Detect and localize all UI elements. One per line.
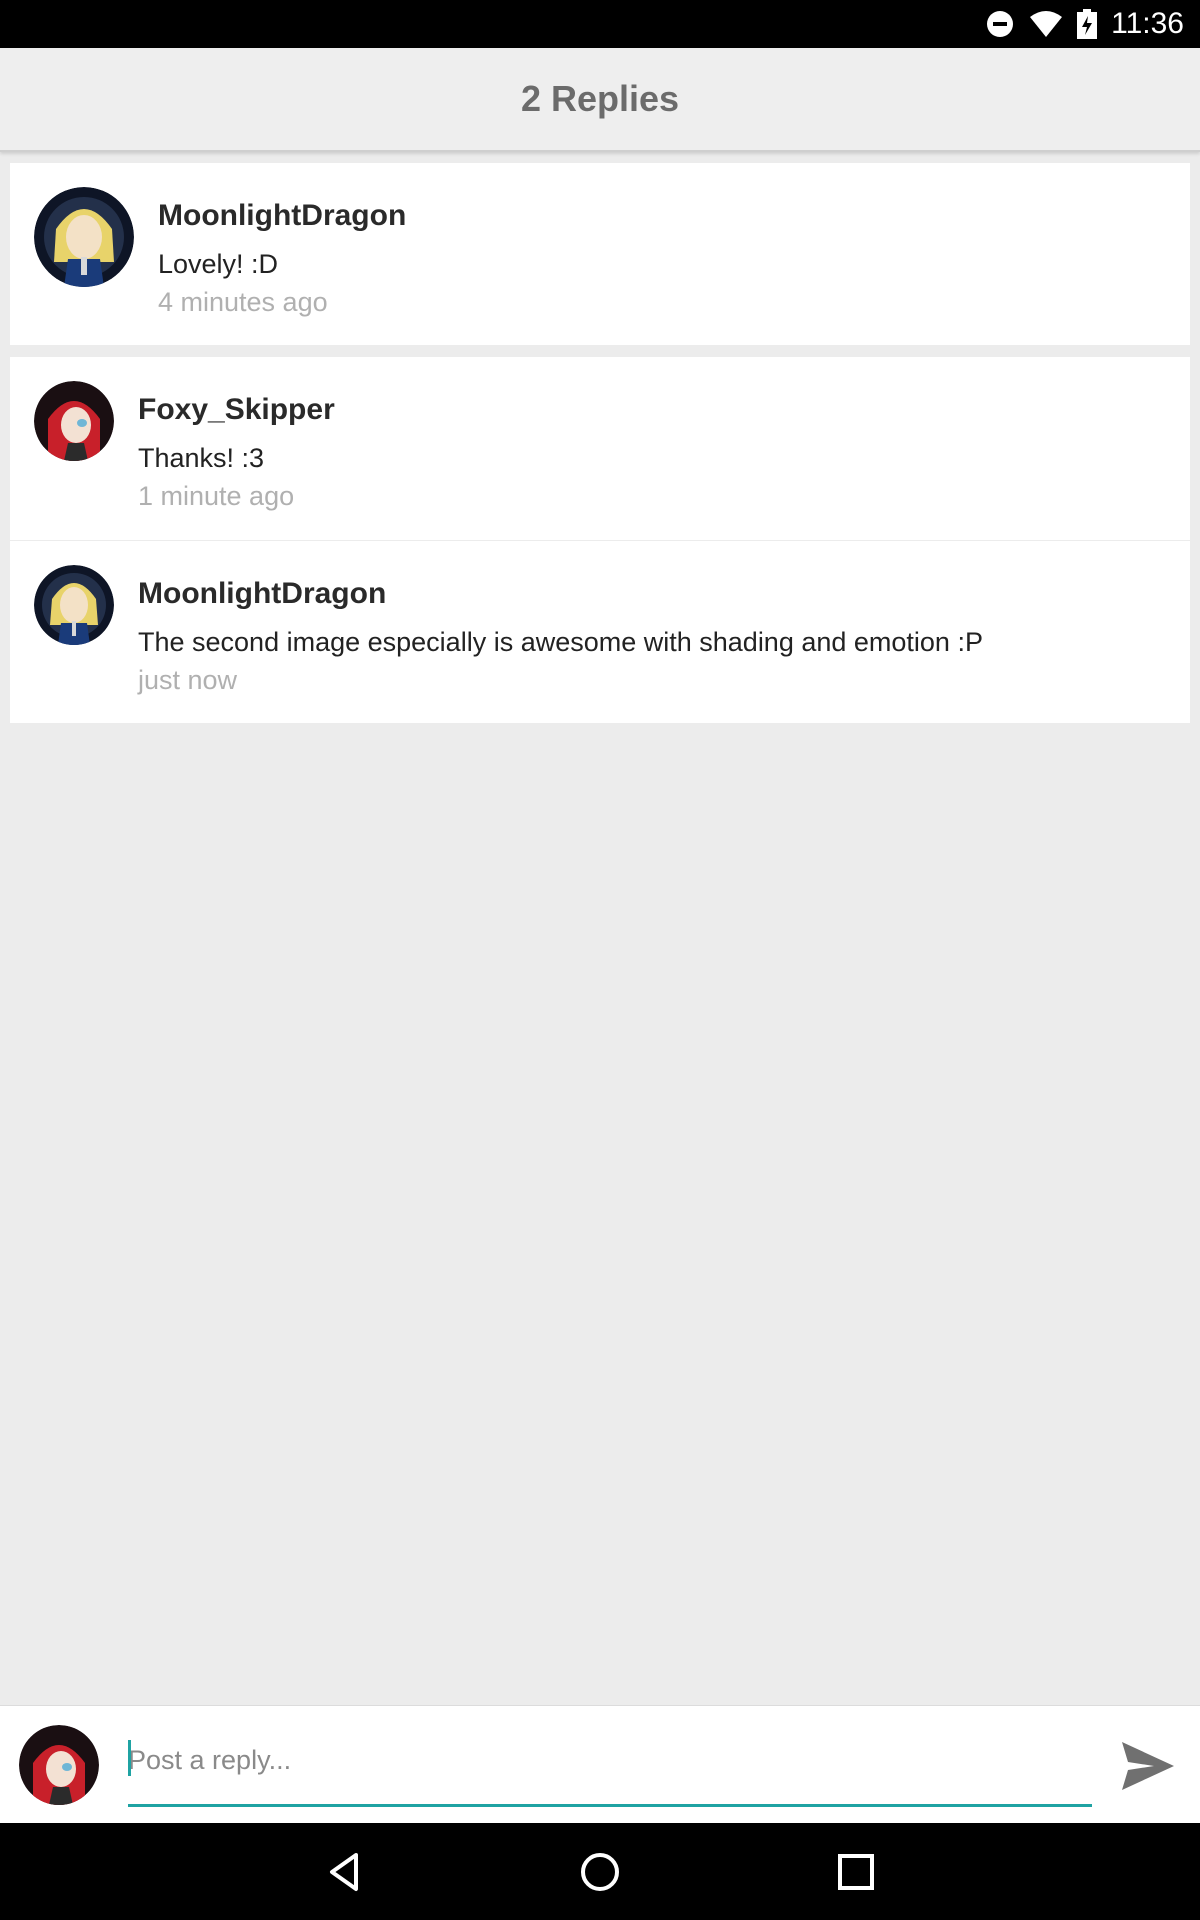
my-avatar: [19, 1725, 99, 1805]
send-button[interactable]: [1118, 1736, 1178, 1796]
wifi-icon: [1029, 9, 1063, 39]
parent-comment-card: MoonlightDragon Lovely! :D 4 minutes ago: [10, 163, 1190, 345]
avatar-blonde-character-icon: [34, 565, 114, 645]
avatar-redhead-character-icon: [34, 381, 114, 461]
comment-body: Lovely! :D: [158, 249, 279, 279]
reply-item[interactable]: MoonlightDragon The second image especia…: [10, 541, 1190, 723]
username[interactable]: Foxy_Skipper: [138, 393, 335, 427]
page-title: 2 Replies: [520, 78, 680, 119]
home-icon: [581, 1853, 619, 1891]
do-not-disturb-icon: [985, 9, 1015, 39]
recents-icon: [838, 1854, 874, 1890]
timestamp: just now: [138, 665, 238, 695]
input-underline: [128, 1804, 1092, 1807]
avatar[interactable]: [34, 187, 134, 287]
avatar[interactable]: [34, 381, 114, 461]
status-bar: 11:36: [0, 0, 1200, 48]
back-icon: [330, 1853, 358, 1891]
clock: 11:36: [1111, 7, 1184, 40]
comment-body: The second image especially is awesome w…: [138, 627, 983, 657]
navigation-bar: [0, 1823, 1200, 1920]
back-button[interactable]: [320, 1847, 370, 1897]
battery-charging-icon: [1077, 9, 1098, 39]
reply-input[interactable]: [128, 1736, 1092, 1784]
reply-bar: [0, 1705, 1200, 1823]
replies-card: Foxy_Skipper Thanks! :3 1 minute ago Moo…: [10, 357, 1190, 723]
avatar[interactable]: [34, 565, 114, 645]
text-cursor: [128, 1740, 131, 1776]
comment-body: Thanks! :3: [138, 443, 265, 473]
reply-item[interactable]: Foxy_Skipper Thanks! :3 1 minute ago: [10, 357, 1190, 540]
timestamp: 1 minute ago: [138, 481, 295, 511]
home-button[interactable]: [575, 1847, 625, 1897]
replies-header: 2 Replies: [0, 48, 1200, 152]
parent-comment[interactable]: MoonlightDragon Lovely! :D 4 minutes ago: [10, 163, 1190, 345]
username[interactable]: MoonlightDragon: [158, 199, 406, 233]
recents-button[interactable]: [831, 1847, 881, 1897]
username[interactable]: MoonlightDragon: [138, 577, 386, 611]
send-icon: [1122, 1742, 1174, 1790]
avatar-blonde-character-icon: [34, 187, 134, 287]
timestamp: 4 minutes ago: [158, 287, 328, 317]
avatar-redhead-character-icon: [19, 1725, 99, 1805]
